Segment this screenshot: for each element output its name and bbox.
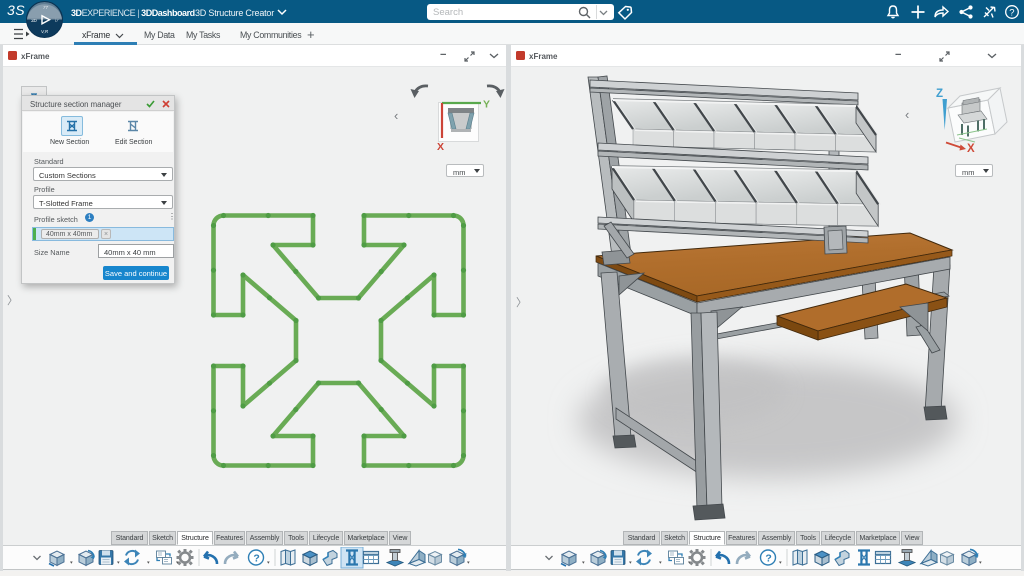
svg-text:77: 77 xyxy=(43,5,49,10)
svg-text:Z: Z xyxy=(936,88,943,100)
svg-text:i7: i7 xyxy=(55,18,59,23)
svg-text:V,R: V,R xyxy=(41,29,49,34)
svg-text:X: X xyxy=(967,143,975,155)
svg-text:?: ? xyxy=(1009,7,1014,18)
svg-text:Y: Y xyxy=(483,99,490,111)
svg-text:3D: 3D xyxy=(31,18,38,23)
svg-text:X: X xyxy=(437,141,444,153)
